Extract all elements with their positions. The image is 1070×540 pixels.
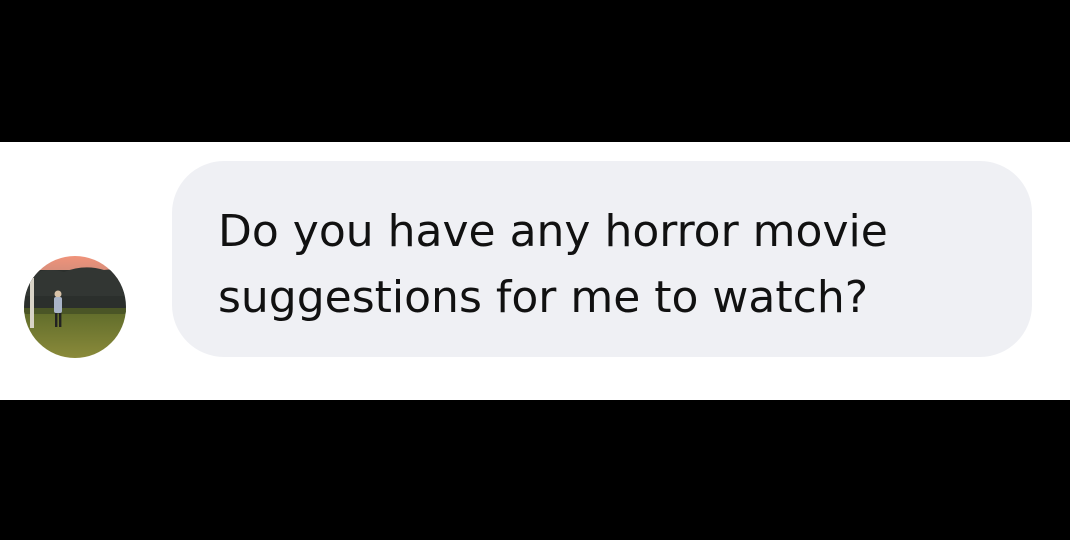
- avatar-photo-icon: [24, 256, 126, 358]
- letterbox-top-bar: [0, 0, 1070, 142]
- chat-message-row: Do you have any horror movie suggestions…: [0, 142, 1070, 400]
- letterbox-bottom-bar: [0, 400, 1070, 540]
- sender-avatar[interactable]: [24, 256, 126, 358]
- screenshot-frame: Do you have any horror movie suggestions…: [0, 0, 1070, 540]
- message-text: Do you have any horror movie suggestions…: [218, 206, 888, 323]
- message-bubble[interactable]: Do you have any horror movie suggestions…: [172, 161, 1032, 357]
